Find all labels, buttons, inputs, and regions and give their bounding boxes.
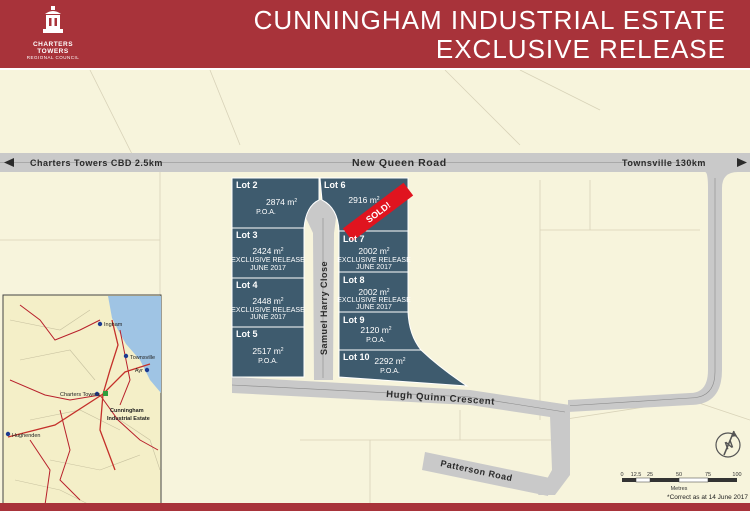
map-page: SOLD! Lot 2 2874 m2 P.O.A. Lot 3 2424 m2… — [0, 0, 750, 511]
lot-7-status2: JUNE 2017 — [356, 264, 392, 271]
correct-note: *Correct as at 14 June 2017 — [667, 494, 748, 501]
inset-charters: Charters Towers — [60, 392, 100, 398]
scale-tick-1: 12.5 — [631, 472, 642, 478]
footer-strip — [0, 503, 750, 511]
scale-tick-2: 25 — [647, 472, 653, 478]
council-crest-icon — [43, 6, 63, 33]
lot-3-status: EXCLUSIVE RELEASE — [231, 257, 305, 264]
lot-3-name: Lot 3 — [236, 230, 258, 240]
inset-hughenden: Hughenden — [12, 433, 40, 439]
inset-estate-2: Industrial Estate — [107, 416, 150, 422]
site-map: SOLD! Lot 2 2874 m2 P.O.A. Lot 3 2424 m2… — [0, 69, 750, 511]
road-label-new-queen: New Queen Road — [352, 157, 447, 169]
lot-7-status: EXCLUSIVE RELEASE — [337, 257, 411, 264]
lot-10-size: 2292 m2 — [374, 356, 405, 366]
header-divider — [0, 68, 750, 70]
lot-4-status: EXCLUSIVE RELEASE — [231, 307, 305, 314]
inset-estate-1: Cunningham — [110, 408, 144, 414]
dot-ayr — [144, 367, 150, 373]
lot-8-name: Lot 8 — [343, 275, 365, 285]
inset-townsville: Townsville — [130, 355, 155, 361]
scale-tick-5: 100 — [732, 472, 741, 478]
lot-8-status2: JUNE 2017 — [356, 304, 392, 311]
lot-4-status2: JUNE 2017 — [250, 314, 286, 321]
lot-3-size: 2424 m2 — [252, 246, 283, 256]
inset-ayr: Ayr — [135, 368, 143, 374]
road-label-townsville: Townsville 130km — [622, 158, 706, 168]
lot-5-status: P.O.A. — [258, 358, 278, 365]
lot-2-status: P.O.A. — [256, 209, 276, 216]
lot-9-name: Lot 9 — [343, 315, 365, 325]
dot-townsville — [123, 353, 129, 359]
lot-2-name: Lot 2 — [236, 180, 258, 190]
lot-5-size: 2517 m2 — [252, 346, 283, 356]
lot-6-name: Lot 6 — [324, 180, 346, 190]
lot-4-name: Lot 4 — [236, 280, 258, 290]
lot-8-status: EXCLUSIVE RELEASE — [337, 297, 411, 304]
lot-9-size: 2120 m2 — [360, 325, 391, 335]
scale-bar: 0 12.5 25 50 75 100 Metres *Correct as a… — [620, 472, 748, 501]
inset-ingham: Ingham — [104, 322, 123, 328]
title-line-1: CUNNINGHAM INDUSTRIAL ESTATE — [253, 5, 726, 35]
title-line-2: EXCLUSIVE RELEASE — [435, 34, 726, 64]
logo-sub: REGIONAL COUNCIL — [26, 55, 80, 60]
scale-tick-0: 0 — [620, 472, 623, 478]
header-bar: CHARTERS TOWERS REGIONAL COUNCIL CUNNING… — [0, 0, 750, 68]
scale-tick-3: 50 — [676, 472, 682, 478]
dot-ingham — [97, 321, 103, 327]
compass-icon: N — [715, 430, 741, 458]
lot-5-name: Lot 5 — [236, 329, 258, 339]
lot-7-size: 2002 m2 — [358, 246, 389, 256]
page-title: CUNNINGHAM INDUSTRIAL ESTATE EXCLUSIVE R… — [254, 6, 726, 64]
dot-hughenden — [5, 431, 11, 437]
lot-3-status2: JUNE 2017 — [250, 265, 286, 272]
lot-6-size: 2916 m2 — [348, 195, 379, 205]
scale-tick-4: 75 — [705, 472, 711, 478]
inset-map: Ingham Townsville Ayr Charters Towers Cu… — [2, 294, 162, 509]
road-label-cbd: Charters Towers CBD 2.5km — [30, 158, 163, 168]
lot-10-name: Lot 10 — [343, 352, 370, 362]
lot-8-size: 2002 m2 — [358, 287, 389, 297]
council-logo: CHARTERS TOWERS REGIONAL COUNCIL — [18, 6, 88, 60]
estate-marker — [103, 391, 108, 396]
logo-name: CHARTERS TOWERS — [32, 41, 74, 55]
lot-4-size: 2448 m2 — [252, 296, 283, 306]
lot-10-status: P.O.A. — [380, 368, 400, 375]
road-label-samuel: Samuel Harry Close — [319, 261, 329, 355]
lot-9-status: P.O.A. — [366, 337, 386, 344]
lot-7-name: Lot 7 — [343, 234, 365, 244]
lot-2-size: 2874 m2 — [266, 197, 297, 207]
scale-unit: Metres — [671, 486, 688, 492]
